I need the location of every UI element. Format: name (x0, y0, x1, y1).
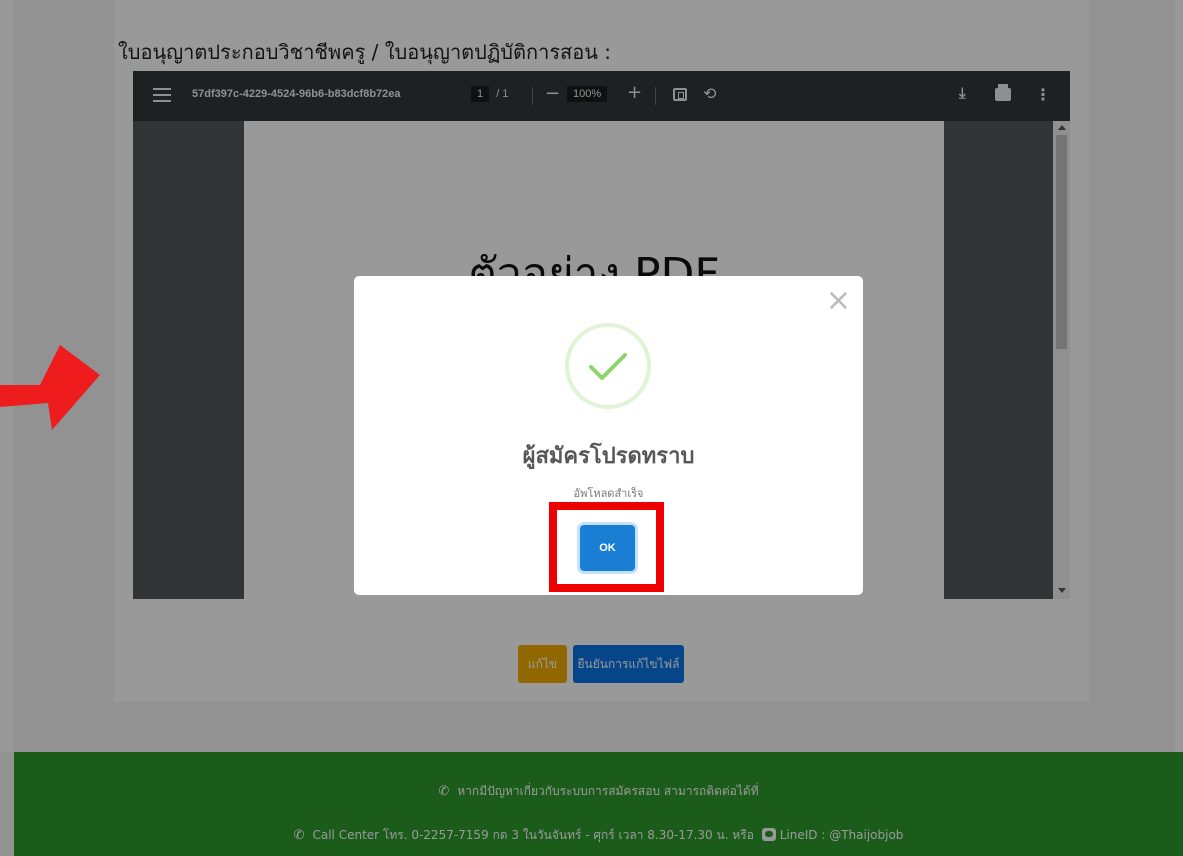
close-icon[interactable]: × (826, 286, 851, 316)
red-arrow-annotation-icon (0, 345, 100, 430)
ok-button[interactable]: OK (580, 525, 635, 571)
success-modal: × ผู้สมัครโปรดทราบ อัพโหลดสำเร็จ OK (354, 276, 863, 595)
modal-title: ผู้สมัครโปรดทราบ (522, 444, 695, 469)
modal-message: อัพโหลดสำเร็จ (573, 487, 644, 500)
success-check-icon (565, 323, 651, 409)
